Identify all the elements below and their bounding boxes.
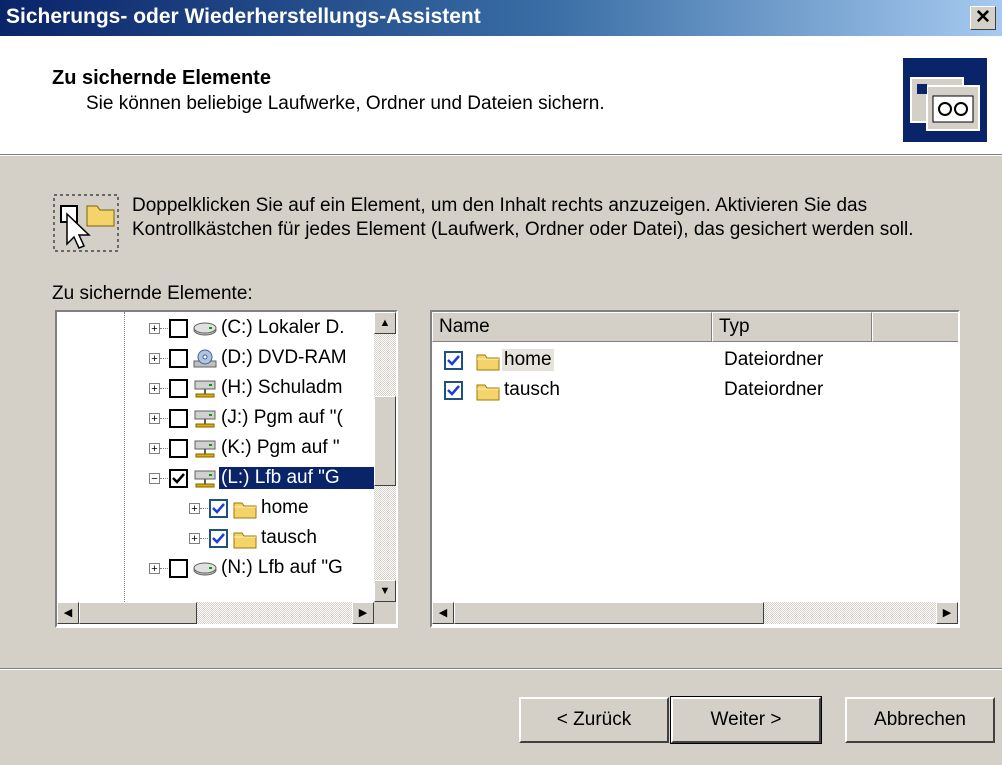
list-item-checkbox[interactable] [444, 381, 463, 400]
tree-item[interactable]: + (H:) Schuladm [57, 374, 374, 404]
expand-icon[interactable]: + [149, 383, 160, 395]
scroll-corner [374, 602, 396, 624]
column-header-type[interactable]: Typ [712, 312, 872, 342]
hard-drive-icon [193, 559, 217, 579]
expand-icon[interactable]: + [149, 413, 160, 425]
tree-item-checkbox[interactable] [169, 469, 188, 488]
column-header-name[interactable]: Name [432, 312, 712, 342]
expand-icon[interactable]: + [149, 563, 160, 575]
tree-item-label: (C:) Lokaler D. [221, 317, 345, 338]
column-header-name-label: Name [439, 316, 490, 337]
folder-icon [476, 381, 500, 401]
hard-drive-icon [193, 319, 217, 339]
back-button[interactable]: < Zurück [519, 697, 669, 743]
tree-item-label: (H:) Schuladm [221, 377, 343, 398]
tree-item-label: (K:) Pgm auf " [221, 437, 340, 458]
tree-hscroll-thumb[interactable] [79, 602, 197, 624]
cancel-button[interactable]: Abbrechen [845, 697, 995, 743]
column-header-type-label: Typ [719, 316, 750, 337]
tree-item-label: (J:) Pgm auf "( [221, 407, 343, 428]
folder-icon [233, 499, 257, 519]
expand-icon[interactable]: + [149, 353, 160, 365]
tree-item-label: tausch [261, 527, 317, 548]
tree-item[interactable]: + (N:) Lfb auf "G [57, 554, 374, 584]
list-item[interactable]: tausch Dateiordner [432, 376, 952, 406]
expand-icon[interactable]: + [149, 443, 160, 455]
network-drive-icon [193, 409, 217, 429]
tree-vscroll-thumb[interactable] [374, 396, 396, 486]
tree-item-label: (D:) DVD-RAM [221, 347, 347, 368]
list-item-checkbox[interactable] [444, 351, 463, 370]
tree-item-checkbox[interactable] [209, 529, 228, 548]
list-item-type: Dateiordner [724, 349, 824, 370]
network-drive-icon [193, 469, 217, 489]
file-list[interactable]: Name Typ home Dateiordner tausch Dateiordne… [430, 310, 960, 628]
tree-item-checkbox[interactable] [169, 319, 188, 338]
title-bar[interactable]: Sicherungs- oder Wiederherstellungs-Assi… [0, 0, 1002, 36]
tree-item-checkbox[interactable] [209, 499, 228, 518]
network-drive-icon [193, 379, 217, 399]
tree-item-label: (N:) Lfb auf "G [221, 557, 343, 578]
tree-item-checkbox[interactable] [169, 379, 188, 398]
wizard-header: Zu sichernde Elemente Sie können beliebi… [0, 36, 1002, 155]
expand-icon[interactable]: + [189, 533, 200, 545]
folder-icon [476, 351, 500, 371]
tree-item[interactable]: + tausch [57, 524, 374, 554]
backup-wizard-icon [903, 58, 987, 142]
drive-tree[interactable]: + (C:) Lokaler D. + (D:) DVD-RAM + (H:) Schul… [55, 310, 398, 628]
folder-icon [233, 529, 257, 549]
close-icon: ✕ [975, 7, 991, 28]
list-item-type: Dateiordner [724, 379, 824, 400]
tree-item-checkbox[interactable] [169, 439, 188, 458]
tree-scroll-down-button[interactable]: ▼ [374, 580, 396, 602]
tree-scroll-right-button[interactable]: ▶ [352, 602, 374, 624]
tree-scroll-up-button[interactable]: ▲ [374, 312, 396, 334]
collapse-icon[interactable]: − [149, 473, 160, 485]
list-item-name: home [502, 349, 554, 371]
items-label: Zu sichernde Elemente: [52, 283, 253, 304]
close-button[interactable]: ✕ [970, 6, 996, 30]
expand-icon[interactable]: + [149, 323, 160, 335]
tree-item[interactable]: + home [57, 494, 374, 524]
footer-divider [0, 668, 1002, 670]
tree-item[interactable]: + (C:) Lokaler D. [57, 314, 374, 344]
tree-item[interactable]: − (L:) Lfb auf "G [57, 464, 374, 494]
tree-item-label: home [261, 497, 309, 518]
expand-icon[interactable]: + [189, 503, 200, 515]
tree-item-label: (L:) Lfb auf "G [219, 467, 374, 489]
tree-item-checkbox[interactable] [169, 409, 188, 428]
list-hscroll-thumb[interactable] [454, 602, 764, 624]
dvd-drive-icon [193, 349, 217, 369]
tree-item-checkbox[interactable] [169, 559, 188, 578]
tree-item[interactable]: + (K:) Pgm auf " [57, 434, 374, 464]
tree-item-checkbox[interactable] [169, 349, 188, 368]
next-button[interactable]: Weiter > [670, 696, 822, 744]
tree-item[interactable]: + (J:) Pgm auf "( [57, 404, 374, 434]
list-scroll-left-button[interactable]: ◀ [432, 602, 454, 624]
tree-scroll-left-button[interactable]: ◀ [57, 602, 79, 624]
window-title: Sicherungs- oder Wiederherstellungs-Assi… [6, 5, 481, 28]
column-header-empty [872, 312, 958, 342]
instructions-text: Doppelklicken Sie auf ein Element, um de… [132, 195, 914, 240]
list-item[interactable]: home Dateiordner [432, 346, 952, 376]
page-title: Zu sichernde Elemente [52, 67, 271, 89]
list-item-name: tausch [504, 379, 560, 400]
page-subtitle: Sie können beliebige Laufwerke, Ordner u… [86, 93, 605, 114]
click-hint-icon [53, 194, 119, 252]
list-scroll-right-button[interactable]: ▶ [936, 602, 958, 624]
network-drive-icon [193, 439, 217, 459]
tree-item[interactable]: + (D:) DVD-RAM [57, 344, 374, 374]
